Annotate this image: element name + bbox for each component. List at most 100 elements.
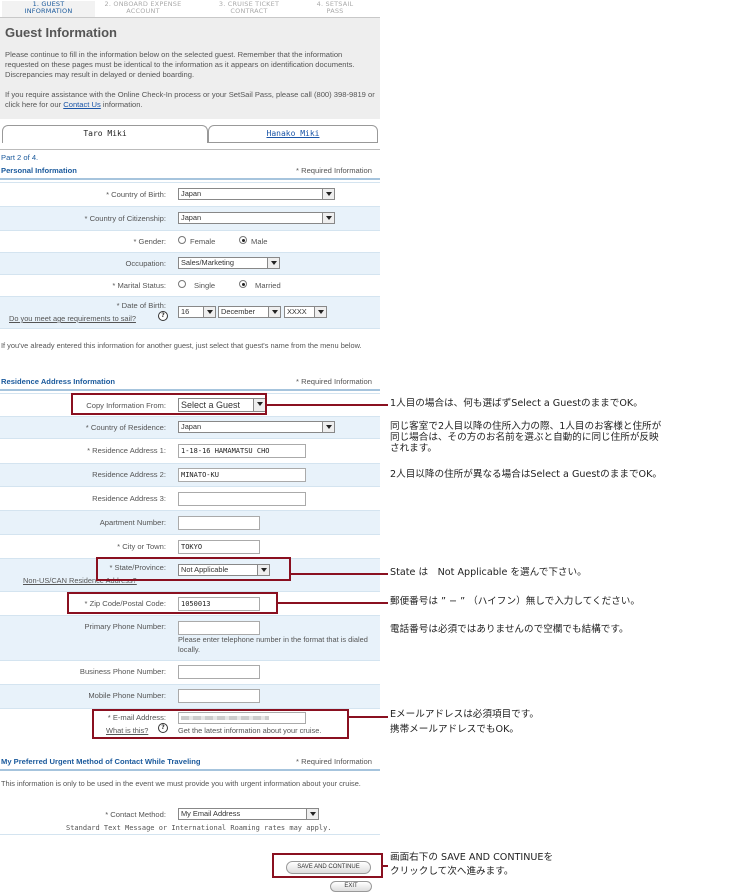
city-label: * City or Town: (117, 542, 166, 551)
intro-text: Please continue to fill in the informati… (5, 50, 355, 79)
contact-method-select[interactable]: My Email Address (178, 808, 319, 820)
address3-input[interactable] (178, 492, 306, 506)
selected-value: 16 (181, 307, 190, 316)
marital-single-radio[interactable] (178, 280, 186, 288)
age-requirements-link[interactable]: Do you meet age requirements to sail? (9, 314, 136, 324)
annotation-copy-3: 同じ場合は、その方のお名前を選ぶと自動的に同じ住所が反映 (390, 432, 659, 443)
section-rule (0, 834, 380, 835)
highlight-save (272, 853, 383, 878)
selected-value: Japan (181, 422, 202, 431)
highlight-state (96, 557, 291, 581)
country-citizen-select[interactable]: Japan (178, 212, 335, 224)
exit-button[interactable]: EXIT (330, 881, 372, 892)
chevron-down-icon (322, 213, 334, 223)
country-residence-select[interactable]: Japan (178, 421, 335, 433)
occupation-select[interactable]: Sales/Marketing (178, 257, 280, 269)
business-phone-label: Business Phone Number: (79, 667, 166, 676)
chevron-down-icon (322, 422, 334, 432)
assistance-text: If you require assistance with the Onlin… (5, 90, 375, 110)
contact-us-link[interactable]: Contact Us (63, 100, 101, 109)
required-note: * Required Information (296, 757, 372, 766)
chevron-down-icon (322, 189, 334, 199)
help-icon[interactable]: ? (158, 311, 168, 321)
chevron-down-icon (267, 258, 279, 268)
highlight-zip (67, 592, 278, 614)
step-onboard-expense: 2. ONBOARD EXPENSE ACCOUNT (98, 1, 188, 18)
connector-save (383, 865, 388, 867)
mobile-phone-label: Mobile Phone Number: (88, 691, 166, 700)
primary-phone-input[interactable] (178, 621, 260, 635)
required-note: * Required Information (296, 166, 372, 175)
already-entered-note: If you've already entered this informati… (1, 341, 362, 350)
gender-male-label: Male (251, 237, 268, 246)
urgent-note: This information is only to be used in t… (1, 779, 361, 788)
chevron-down-icon (268, 307, 280, 317)
dob-month-select[interactable]: December (218, 306, 281, 318)
marital-single-label: Single (194, 281, 216, 290)
selected-value: My Email Address (181, 809, 241, 818)
step-setsail-pass: 4. SETSAIL PASS (300, 1, 370, 18)
occupation-label: Occupation: (125, 259, 166, 268)
selected-value: Japan (181, 213, 202, 222)
urgent-heading: My Preferred Urgent Method of Contact Wh… (1, 757, 201, 766)
required-note: * Required Information (296, 377, 372, 386)
apartment-label: Apartment Number: (99, 518, 166, 527)
dob-label: * Date of Birth: (116, 301, 166, 310)
address2-input[interactable]: MINATO-KU (178, 468, 306, 482)
step-name: CONTRACT (230, 7, 268, 15)
address3-label: Residence Address 3: (92, 494, 166, 503)
tab-guest-taro[interactable]: Taro Miki (2, 125, 208, 143)
country-residence-label: * Country of Residence: (85, 423, 166, 432)
annotation-copy-4: されます。 (390, 443, 438, 454)
country-birth-select[interactable]: Japan (178, 188, 335, 200)
highlight-copy-from (71, 393, 267, 415)
city-input[interactable]: TOKYO (178, 540, 260, 554)
connector-zip (278, 602, 388, 604)
tab-guest-hanako[interactable]: Hanako Miki (208, 125, 378, 143)
chevron-down-icon (203, 307, 215, 317)
dob-year-select[interactable]: XXXX (284, 306, 327, 318)
annotation-zip: 郵便番号は ” − ” （ハイフン）無しで入力してください。 (390, 596, 640, 607)
marital-married-radio[interactable] (239, 280, 247, 288)
section-rule (0, 389, 380, 391)
marital-label: * Marital Status: (112, 281, 166, 290)
section-rule (0, 769, 380, 771)
step-name: PASS (326, 7, 344, 15)
annotation-state: State は Not Applicable を選んで下さい。 (390, 567, 587, 578)
contact-method-label: * Contact Method: (105, 810, 166, 819)
checkin-form-panel: 1. GUEST INFORMATION 2. ONBOARD EXPENSE … (0, 0, 380, 896)
marital-married-label: Married (255, 281, 281, 290)
address2-label: Residence Address 2: (92, 470, 166, 479)
address1-label: * Residence Address 1: (87, 446, 166, 455)
step-name: ACCOUNT (126, 7, 160, 15)
step-name: INFORMATION (24, 7, 73, 15)
selected-value: XXXX (287, 307, 307, 316)
primary-phone-label: Primary Phone Number: (84, 622, 166, 631)
country-birth-label: * Country of Birth: (106, 190, 166, 199)
connector-state (291, 573, 388, 575)
chevron-down-icon (314, 307, 326, 317)
personal-heading: Personal Information (1, 166, 77, 175)
annotation-email-2: 携帯メールアドレスでもOK。 (390, 724, 519, 735)
gender-female-radio[interactable] (178, 236, 186, 244)
annotation-email-1: Eメールアドレスは必須項目です。 (390, 709, 540, 720)
business-phone-input[interactable] (178, 665, 260, 679)
selected-value: December (221, 307, 256, 316)
progress-steps: 1. GUEST INFORMATION 2. ONBOARD EXPENSE … (0, 0, 380, 20)
annotation-save-2: クリックして次へ進みます。 (390, 866, 514, 877)
highlight-email (92, 709, 349, 739)
gender-female-label: Female (190, 237, 216, 246)
part-indicator: Part 2 of 4. (1, 153, 39, 162)
dob-day-select[interactable]: 16 (178, 306, 216, 318)
gender-male-radio[interactable] (239, 236, 247, 244)
selected-value: Sales/Marketing (181, 258, 234, 267)
address1-input[interactable]: 1-18-16 HAMAMATSU CHO (178, 444, 306, 458)
connector-email (349, 716, 388, 718)
mobile-phone-input[interactable] (178, 689, 260, 703)
gender-label: * Gender: (133, 237, 166, 246)
section-rule (0, 178, 380, 180)
assistance-text-start: If you require assistance with the Onlin… (5, 90, 375, 109)
row-marital (0, 274, 380, 297)
apartment-input[interactable] (178, 516, 260, 530)
annotation-copy-1: 1人目の場合は、何も選ばずSelect a GuestのままでOK。 (390, 398, 643, 409)
